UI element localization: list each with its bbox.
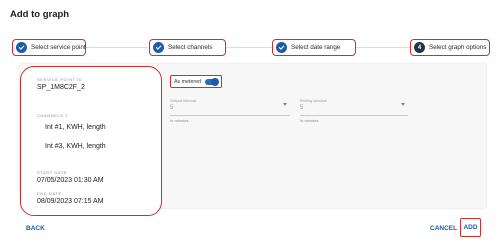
step-select-date-range[interactable]: Select date range [272,39,356,56]
output-interval-helper: In minutes [170,118,189,123]
step-select-graph-options[interactable]: 4 Select graph options [410,39,490,56]
check-icon [16,42,27,53]
chevron-down-icon [401,103,405,106]
stepper-connector [226,47,272,48]
toggle-switch[interactable] [205,77,220,86]
service-point-label: SERVICE POINT ID [37,77,83,82]
rolling-window-select[interactable]: Rolling window 5 [300,98,408,116]
step-label: Select service point [31,44,86,51]
output-interval-value: 5 [170,105,174,111]
as-metered-label: As metered [174,78,202,85]
start-date-label: START DATE [37,170,68,175]
step-label: Select date range [291,44,341,51]
back-button[interactable]: BACK [26,225,45,232]
end-date-value: 08/09/2023 07:15 AM [37,198,104,205]
step-select-service-point[interactable]: Select service point [12,39,86,56]
check-icon [276,42,287,53]
step-number-badge: 4 [414,42,425,53]
rolling-window-value: 5 [300,105,304,111]
start-date-value: 07/05/2023 01:30 AM [37,177,104,184]
selection-summary-card: SERVICE POINT ID SP_1M8C2F_2 CHANNELS 2 … [20,66,162,216]
rolling-window-placeholder: Rolling window [300,98,327,103]
channels-label: CHANNELS 2 [37,113,69,118]
channel-item: Int #1, KWH, length [45,124,106,131]
stepper-connector [356,47,410,48]
step-select-channels[interactable]: Select channels [149,39,226,56]
output-interval-placeholder: Output interval [170,98,197,103]
check-icon [153,42,164,53]
as-metered-toggle[interactable]: As metered [170,75,222,88]
toggle-knob [211,77,220,86]
cancel-button[interactable]: CANCEL [430,225,457,232]
chevron-down-icon [283,103,287,106]
end-date-label: END DATE [37,191,62,196]
stepper-connector [86,47,148,48]
channel-item: Int #3, KWH, length [45,143,106,150]
step-label: Select graph options [429,44,487,51]
step-label: Select channels [168,44,213,51]
output-interval-select[interactable]: Output interval 5 [170,98,290,116]
rolling-window-helper: In minutes [300,118,319,123]
add-button[interactable]: ADD [460,218,481,237]
service-point-value: SP_1M8C2F_2 [37,84,85,91]
dialog-title: Add to graph [10,9,70,20]
